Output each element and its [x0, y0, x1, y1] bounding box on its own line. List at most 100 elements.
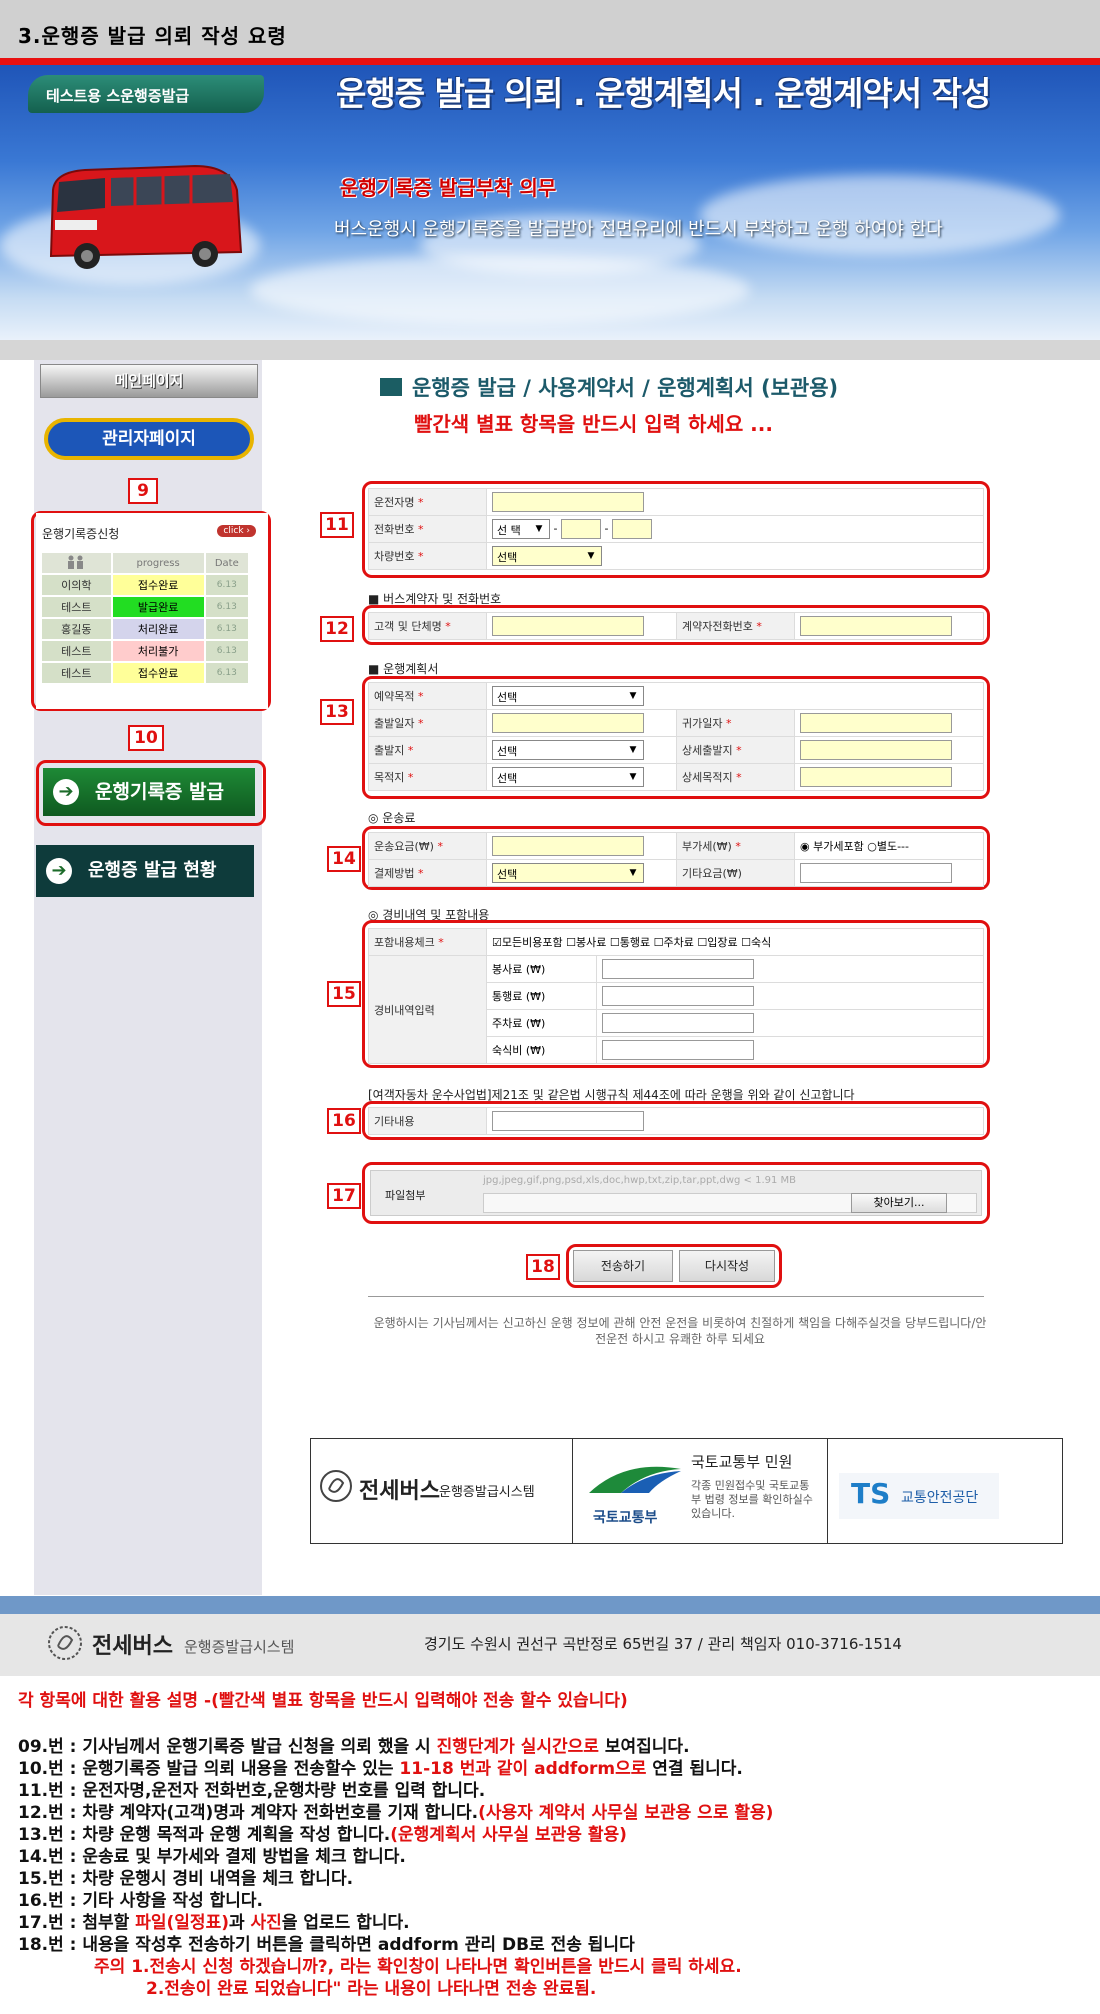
driver-table: 운전자명 * 전화번호 * 선 택 ▼ - - 차량번호 * 선택 ▼	[368, 488, 984, 570]
applicant-name: 테스트	[42, 597, 111, 617]
badge-12: 12	[320, 616, 354, 642]
molit-emblem-icon	[589, 1466, 681, 1493]
phone-dash: -	[553, 522, 558, 535]
issue-status-button[interactable]: ➔ 운행증 발급 현황	[36, 845, 254, 897]
ts-sub: 교통안전공단	[901, 1490, 979, 1506]
banner-tag: 테스트용 스운행증발급	[28, 75, 264, 113]
progress-click-button[interactable]: click ›	[217, 525, 256, 537]
issue-record-button[interactable]: ➔ 운행기록증 발급	[43, 768, 255, 816]
depart-select[interactable]: 선택 ▼	[492, 740, 644, 760]
badge-11: 11	[320, 512, 354, 538]
customer-label: 고객 및 단체명	[374, 620, 442, 633]
explain-heading-note: (빨간색 별표 항목을 반드시 입력해야 전송 할수 있습니다)	[211, 1691, 628, 1711]
payment-select-value: 선택	[497, 868, 518, 881]
fare-table: 운송요금(₩) * 부가세(₩) * ◉ 부가세포함 ○별도--- 결제방법 *…	[368, 832, 984, 887]
issue-record-label: 운행기록증 발급	[95, 781, 224, 803]
molit-logo[interactable]: 국토교통부 국토교통부 민원 각종 민원접수및 국토교통부 법령 정보를 확인하…	[573, 1439, 828, 1543]
jeonse-name: 전세버스	[359, 1479, 440, 1504]
tip-amount-input[interactable]	[602, 959, 754, 979]
plan-section-label: ■ 운행계획서	[368, 662, 439, 676]
form-title: 운행증 발급 / 사용계약서 / 운행계획서 (보관용)	[380, 372, 838, 402]
submit-button[interactable]: 전송하기	[573, 1250, 673, 1282]
vehicle-select[interactable]: 선택 ▼	[492, 546, 602, 566]
phone-prefix-value: 선 택	[497, 524, 521, 537]
lodging-amount-input[interactable]	[602, 1040, 754, 1060]
parking-amount-input[interactable]	[602, 1013, 754, 1033]
check-label: 주차료	[663, 936, 694, 949]
molit-name: 국토교통부	[593, 1510, 658, 1526]
vat-included-radio[interactable]: ◉	[800, 840, 810, 853]
tip-checkbox[interactable]: ☐	[566, 936, 576, 949]
table-row[interactable]: 테스트 발급완료 6.13	[42, 597, 248, 617]
check-label: 통행료	[619, 936, 651, 949]
payment-select[interactable]: 선택 ▼	[492, 863, 644, 883]
check-label: 숙식	[750, 936, 772, 949]
reset-button[interactable]: 다시작성	[679, 1250, 775, 1282]
ts-logo[interactable]: TS 교통안전공단	[839, 1473, 999, 1519]
other-input[interactable]	[492, 1111, 644, 1131]
cost-row-label: 주차료 (₩)	[486, 1009, 597, 1037]
safety-message: 운행하시는 기사님께서는 신고하신 운행 정보에 관해 안전 운전을 비롯하여 …	[373, 1316, 987, 1346]
banner-subtitle: 운행기록증 발급부착 의무	[340, 176, 557, 200]
table-row[interactable]: 테스트 처리불가 6.13	[42, 641, 248, 661]
fare-section-label: ◎ 운송료	[368, 811, 416, 825]
table-row[interactable]: 홍길동 처리완료 6.13	[42, 619, 248, 639]
dest-detail-input[interactable]	[800, 767, 952, 787]
explain-warning: 2.전송이 완료 되었습니다" 라는 내용이 나타나면 전송 완료됨.	[146, 1979, 597, 1999]
main-page-button[interactable]: 메인페이지	[40, 364, 258, 398]
phone-last-input[interactable]	[611, 519, 652, 539]
page-header: 3.운행증 발급 의뢰 작성 요령	[0, 0, 1100, 58]
dest-select[interactable]: 선택 ▼	[492, 767, 644, 787]
banner-description: 버스운행시 운행기록증을 발급받아 전면유리에 반드시 부착하고 운행 하여야 …	[334, 219, 943, 240]
request-date: 6.13	[205, 619, 248, 639]
driver-name-input[interactable]	[492, 492, 644, 512]
customer-input[interactable]	[492, 616, 644, 636]
vat-label: 부가세(₩)	[682, 840, 732, 853]
purpose-select[interactable]: 선택 ▼	[492, 686, 644, 706]
jeonse-sub: 운행증발급시스템	[439, 1485, 535, 1500]
check-label: 입장료	[707, 936, 738, 949]
depart-date-label: 출발일자	[374, 717, 415, 730]
cost-row-label: 통행료 (₩)	[486, 982, 597, 1010]
badge-16: 16	[327, 1108, 361, 1134]
table-row[interactable]: 테스트 접수완료 6.13	[42, 663, 248, 683]
phone-prefix-select[interactable]: 선 택 ▼	[492, 519, 550, 539]
depart-detail-input[interactable]	[800, 740, 952, 760]
admin-page-button[interactable]: 관리자페이지	[44, 418, 254, 460]
jeonse-emblem-icon	[48, 1626, 82, 1660]
toll-amount-input[interactable]	[602, 986, 754, 1006]
lodging-checkbox[interactable]: ☐	[741, 936, 751, 949]
progress-header-row: progress Date	[42, 553, 248, 573]
check-label: 봉사료	[575, 936, 607, 949]
table-row[interactable]: 이의학 접수완료 6.13	[42, 575, 248, 595]
chevron-down-icon: ▼	[535, 524, 543, 534]
partner-logos: 전세버스 운행증발급시스템 국토교통부 국토교통부 민원 각종 민원접수및 국토…	[310, 1438, 1063, 1544]
dest-label: 목적지	[374, 771, 405, 784]
fare-input[interactable]	[492, 836, 644, 856]
toll-checkbox[interactable]: ☐	[610, 936, 620, 949]
depart-date-input[interactable]	[492, 713, 644, 733]
phone-middle-input[interactable]	[560, 519, 601, 539]
status-badge: 접수완료	[112, 575, 204, 595]
return-date-input[interactable]	[800, 713, 952, 733]
driver-name-label: 운전자명	[374, 496, 415, 509]
contract-phone-input[interactable]	[800, 616, 952, 636]
file-attach-area: 파일첨부 jpg,jpeg,gif,png,psd,xls,doc,hwp,tx…	[370, 1170, 982, 1216]
parking-checkbox[interactable]: ☐	[654, 936, 664, 949]
chevron-down-icon: ▼	[587, 551, 595, 561]
status-badge: 접수완료	[112, 663, 204, 683]
fare-label: 운송요금(₩)	[374, 840, 434, 853]
jeonse-logo[interactable]: 전세버스 운행증발급시스템	[311, 1439, 573, 1543]
badge-10: 10	[128, 725, 164, 751]
all-cost-checkbox[interactable]: ☑	[492, 936, 502, 949]
admission-checkbox[interactable]: ☐	[697, 936, 707, 949]
file-hint: jpg,jpeg,gif,png,psd,xls,doc,hwp,txt,zip…	[483, 1175, 797, 1186]
vat-separate-radio[interactable]: ○	[867, 840, 877, 853]
badge-9: 9	[128, 478, 158, 504]
other-fee-input[interactable]	[800, 863, 952, 883]
footer-brand: 전세버스	[92, 1634, 173, 1659]
browse-button[interactable]: 찾아보기...	[851, 1193, 947, 1213]
explain-text: 연결 됩니다.	[646, 1759, 743, 1779]
request-date: 6.13	[205, 641, 248, 661]
phone-dash: -	[604, 522, 609, 535]
